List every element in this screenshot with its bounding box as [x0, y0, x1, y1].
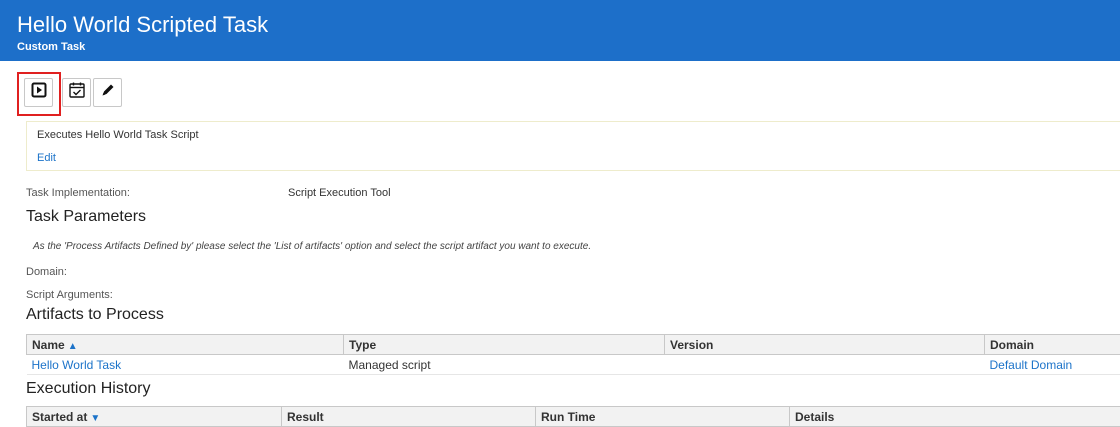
page-subtitle: Custom Task	[17, 41, 86, 53]
artifact-name-link[interactable]: Hello World Task	[26, 354, 344, 375]
table-header-row: Started at ▼ Result Run Time Details	[26, 406, 1120, 427]
page-title: Hello World Scripted Task	[17, 12, 269, 37]
task-parameters-note: As the 'Process Artifacts Defined by' pl…	[33, 241, 592, 252]
page-header: Hello World Scripted Task Custom Task	[0, 0, 1120, 61]
domain-label: Domain:	[26, 266, 67, 278]
execution-history-heading: Execution History	[26, 380, 151, 397]
play-icon	[31, 82, 47, 103]
edit-description-link[interactable]: Edit	[37, 152, 56, 164]
column-header-name[interactable]: Name ▲	[26, 334, 344, 355]
artifact-type: Managed script	[343, 354, 665, 375]
task-implementation-label: Task Implementation:	[26, 187, 130, 199]
pencil-icon	[100, 82, 116, 103]
run-button[interactable]	[24, 78, 53, 107]
task-description: Executes Hello World Task Script	[37, 129, 199, 141]
artifact-domain-link[interactable]: Default Domain	[984, 354, 1120, 375]
column-header-started-at[interactable]: Started at ▼	[26, 406, 282, 427]
sort-descending-icon: ▼	[90, 412, 101, 424]
artifacts-table: Name ▲ Type Version Domain Hello World Ta…	[26, 334, 1120, 375]
column-header-run-time[interactable]: Run Time	[535, 406, 790, 427]
column-header-version[interactable]: Version	[664, 334, 985, 355]
calendar-check-icon	[68, 81, 86, 104]
artifacts-heading: Artifacts to Process	[26, 306, 164, 323]
artifact-version	[664, 354, 985, 375]
column-header-details[interactable]: Details	[789, 406, 1120, 427]
column-header-result[interactable]: Result	[281, 406, 536, 427]
column-header-type[interactable]: Type	[343, 334, 665, 355]
table-row: Hello World Task Managed script Default …	[26, 354, 1120, 375]
table-header-row: Name ▲ Type Version Domain	[26, 334, 1120, 355]
description-panel: Executes Hello World Task Script Edit	[26, 121, 1120, 171]
script-arguments-label: Script Arguments:	[26, 289, 113, 301]
execution-history-table: Started at ▼ Result Run Time Details	[26, 406, 1120, 427]
sort-ascending-icon: ▲	[67, 340, 78, 352]
task-parameters-heading: Task Parameters	[26, 208, 147, 225]
edit-button[interactable]	[93, 78, 122, 107]
task-implementation-value: Script Execution Tool	[288, 187, 391, 199]
column-header-domain[interactable]: Domain	[984, 334, 1120, 355]
schedule-button[interactable]	[62, 78, 91, 107]
